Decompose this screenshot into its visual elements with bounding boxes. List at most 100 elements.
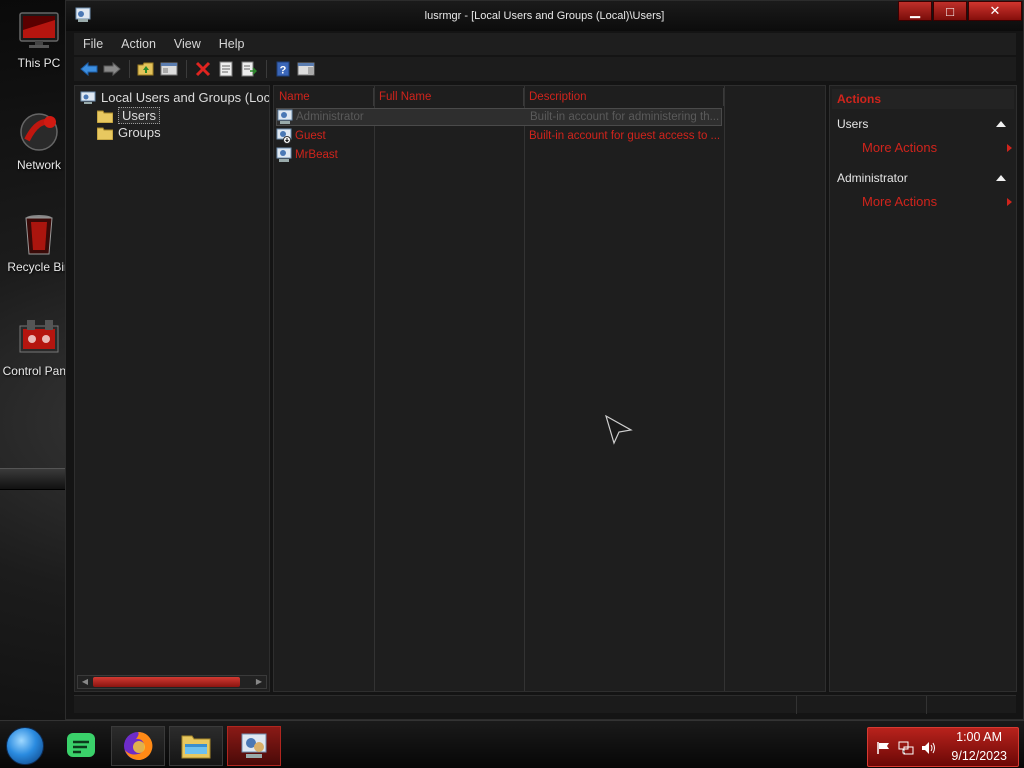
users-list: Name Full Name Description Administrator…	[273, 85, 826, 692]
delete-button[interactable]	[192, 58, 214, 80]
volume-icon[interactable]	[921, 741, 937, 755]
status-bar-divider	[926, 696, 927, 714]
maximize-button[interactable]: □	[933, 1, 967, 21]
more-actions-label: More Actions	[862, 194, 938, 209]
user-description: Built-in account for guest access to ...	[529, 130, 720, 142]
desktop-decoration	[0, 468, 72, 490]
collapse-up-icon[interactable]	[996, 175, 1006, 181]
actions-section-administrator[interactable]: Administrator	[832, 168, 1014, 188]
tree-item-label: Local Users and Groups (Loc	[101, 90, 270, 105]
user-icon	[277, 109, 293, 124]
taskbar-file-explorer[interactable]	[169, 726, 223, 766]
mouse-cursor-icon	[605, 415, 633, 445]
delete-icon	[195, 61, 211, 77]
forward-icon	[103, 61, 121, 77]
back-icon	[80, 61, 98, 77]
disabled-user-icon	[276, 128, 292, 144]
folder-icon	[97, 110, 113, 123]
network-icon	[20, 113, 58, 151]
column-header-description[interactable]: Description	[524, 88, 724, 106]
more-actions-users-link[interactable]: More Actions	[862, 139, 1012, 157]
tree-item-root[interactable]: Local Users and Groups (Loc	[80, 90, 270, 105]
taskbar-lusrmgr[interactable]	[227, 726, 281, 766]
section-header-label: Users	[837, 117, 869, 131]
section-header-label: Administrator	[837, 171, 908, 185]
computer-users-icon	[80, 91, 96, 104]
menu-action[interactable]: Action	[112, 33, 165, 55]
forward-button[interactable]	[101, 58, 123, 80]
clock-time[interactable]: 1:00 AM	[956, 730, 1002, 744]
back-button[interactable]	[78, 58, 100, 80]
toolbar: ?	[74, 57, 1016, 81]
column-divider	[724, 86, 725, 691]
action-center-flag-icon[interactable]	[876, 741, 892, 755]
column-header-name[interactable]: Name	[274, 88, 374, 106]
menu-bar: File Action View Help	[74, 33, 1016, 55]
show-hide-action-pane-icon	[297, 62, 315, 76]
up-folder-icon	[137, 62, 154, 76]
user-name: MrBeast	[295, 149, 338, 161]
actions-section-users[interactable]: Users	[832, 114, 1014, 134]
start-orb[interactable]	[6, 727, 44, 765]
folder-icon	[97, 127, 113, 140]
menu-help[interactable]: Help	[210, 33, 254, 55]
chat-app-icon	[67, 733, 95, 757]
list-item-administrator[interactable]: Administrator Built-in account for admin…	[276, 108, 722, 126]
export-list-button[interactable]	[238, 58, 260, 80]
scroll-right-icon[interactable]: ▶	[252, 676, 266, 688]
more-actions-administrator-link[interactable]: More Actions	[862, 193, 1012, 211]
column-header-empty	[724, 88, 825, 106]
column-divider	[374, 86, 375, 691]
clock-date[interactable]: 9/12/2023	[951, 749, 1007, 763]
window-title: lusrmgr - [Local Users and Groups (Local…	[424, 10, 665, 22]
help-button[interactable]: ?	[272, 58, 294, 80]
help-icon: ?	[276, 61, 290, 77]
collapse-up-icon[interactable]	[996, 121, 1006, 127]
properties-icon	[219, 61, 233, 77]
show-hide-action-pane-button[interactable]	[295, 58, 317, 80]
properties-button[interactable]	[215, 58, 237, 80]
toolbar-separator	[129, 60, 130, 78]
user-icon	[276, 147, 292, 162]
show-hide-tree-button[interactable]	[158, 58, 180, 80]
tree-item-users[interactable]: Users	[97, 107, 160, 124]
user-name: Guest	[295, 130, 326, 142]
tree-item-label: Users	[118, 107, 160, 124]
caption-buttons: ▁ □ ✕	[897, 1, 1022, 21]
tree-item-groups[interactable]: Groups	[97, 125, 161, 140]
menu-view[interactable]: View	[165, 33, 210, 55]
taskbar-chat-app[interactable]	[54, 726, 108, 766]
up-level-button[interactable]	[135, 58, 157, 80]
scroll-left-icon[interactable]: ◀	[78, 676, 92, 688]
monitor-icon	[19, 12, 59, 48]
minimize-button[interactable]: ▁	[898, 1, 932, 21]
svg-text:?: ?	[280, 65, 287, 77]
network-status-icon[interactable]	[898, 741, 914, 755]
title-bar[interactable]: lusrmgr - [Local Users and Groups (Local…	[66, 1, 1023, 31]
show-hide-tree-icon	[160, 62, 178, 76]
column-header-full-name[interactable]: Full Name	[374, 88, 524, 106]
actions-title: Actions	[832, 89, 1014, 109]
column-divider	[524, 86, 525, 691]
list-item-mrbeast[interactable]: MrBeast	[276, 146, 722, 164]
toolbar-separator	[266, 60, 267, 78]
status-bar-divider	[796, 696, 797, 714]
firefox-icon	[124, 731, 153, 760]
tree-item-label: Groups	[118, 125, 161, 140]
scrollbar-thumb[interactable]	[93, 677, 240, 687]
close-button[interactable]: ✕	[968, 1, 1022, 21]
chevron-right-icon	[1007, 144, 1012, 152]
user-description: Built-in account for administering th...	[530, 111, 720, 123]
menu-file[interactable]: File	[74, 33, 112, 55]
toolbar-separator	[186, 60, 187, 78]
more-actions-label: More Actions	[862, 140, 938, 155]
lusrmgr-window: lusrmgr - [Local Users and Groups (Local…	[65, 0, 1024, 720]
export-list-icon	[241, 61, 257, 77]
chevron-right-icon	[1007, 198, 1012, 206]
user-name: Administrator	[296, 111, 364, 123]
tree-horizontal-scrollbar[interactable]: ◀ ▶	[77, 675, 267, 689]
lusrmgr-icon	[241, 733, 267, 758]
list-item-guest[interactable]: Guest Built-in account for guest access …	[276, 127, 722, 145]
status-bar	[74, 695, 1016, 714]
taskbar-firefox[interactable]	[111, 726, 165, 766]
